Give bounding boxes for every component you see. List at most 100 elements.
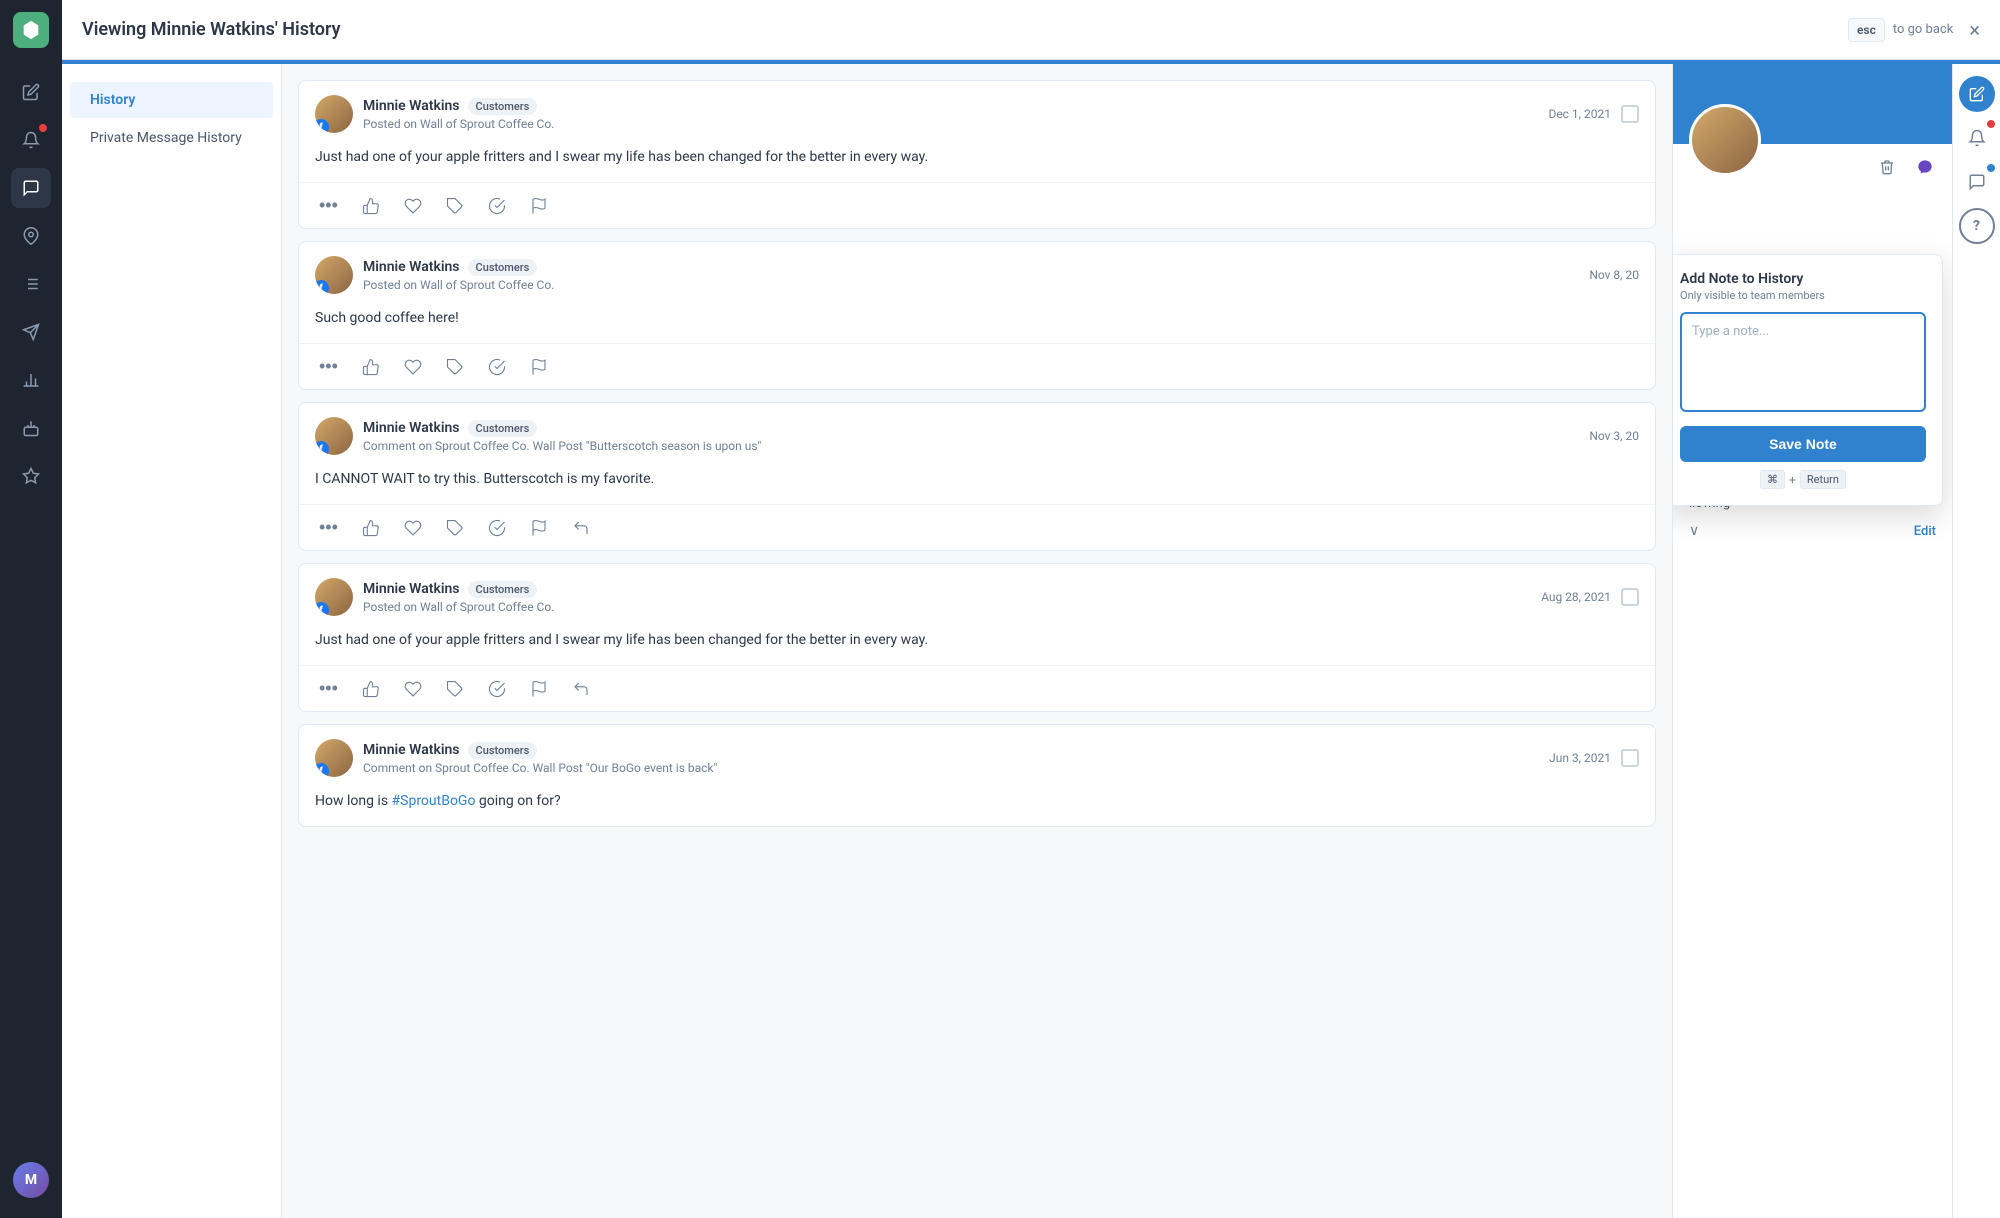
post-checkbox[interactable] — [1621, 105, 1639, 123]
check-button[interactable] — [484, 515, 510, 541]
post-tag: Customers — [468, 259, 538, 276]
edit-button[interactable]: Edit — [1914, 524, 1936, 539]
post-card: f Minnie Watkins Customers Comment on Sp… — [298, 724, 1656, 827]
like-button[interactable] — [358, 354, 384, 380]
tag-button[interactable] — [442, 676, 468, 702]
heart-button[interactable] — [400, 515, 426, 541]
sidebar-icon-messages[interactable] — [11, 168, 51, 208]
tag-button[interactable] — [442, 354, 468, 380]
heart-button[interactable] — [400, 354, 426, 380]
esc-key: esc — [1848, 18, 1885, 42]
posts-feed: f Minnie Watkins Customers Posted on Wal… — [282, 64, 1672, 1218]
post-header-left: f Minnie Watkins Customers Comment on Sp… — [315, 739, 717, 777]
like-button[interactable] — [358, 193, 384, 219]
post-date: Dec 1, 2021 — [1548, 107, 1611, 121]
post-actions: ••• — [299, 343, 1655, 389]
post-source: Posted on Wall of Sprout Coffee Co. — [363, 278, 554, 292]
flag-button[interactable] — [526, 354, 552, 380]
topbar: Viewing Minnie Watkins' History esc to g… — [62, 0, 2000, 60]
post-author: Minnie Watkins — [363, 581, 460, 597]
reply-button[interactable] — [568, 515, 594, 541]
post-content: Just had one of your apple fritters and … — [299, 143, 1655, 182]
post-meta: Minnie Watkins Customers Posted on Wall … — [363, 581, 554, 614]
post-avatar: f — [315, 578, 353, 616]
post-meta: Minnie Watkins Customers Comment on Spro… — [363, 742, 717, 775]
sidebar-icon-star[interactable] — [11, 456, 51, 496]
right-sidebar: ? — [1952, 64, 2000, 1218]
post-content: I CANNOT WAIT to try this. Butterscotch … — [299, 465, 1655, 504]
post-actions: ••• — [299, 504, 1655, 550]
profile-icons — [1872, 152, 1940, 182]
check-button[interactable] — [484, 354, 510, 380]
page-title: Viewing Minnie Watkins' History — [82, 19, 341, 40]
sidebar-icon-send[interactable] — [11, 312, 51, 352]
check-button[interactable] — [484, 676, 510, 702]
help-icon[interactable]: ? — [1959, 208, 1995, 244]
close-button[interactable]: × — [1969, 18, 1980, 42]
post-checkbox[interactable] — [1621, 588, 1639, 606]
content-area: History Private Message History f Minnie… — [62, 64, 2000, 1218]
facebook-icon: f — [315, 763, 329, 777]
more-button[interactable]: ••• — [315, 674, 342, 703]
post-header: f Minnie Watkins Customers Posted on Wal… — [299, 81, 1655, 143]
post-avatar: f — [315, 256, 353, 294]
delete-icon[interactable] — [1872, 152, 1902, 182]
post-meta: Minnie Watkins Customers Posted on Wall … — [363, 98, 554, 131]
note-textarea[interactable] — [1680, 312, 1926, 412]
compose-icon[interactable] — [1959, 76, 1995, 112]
like-button[interactable] — [358, 515, 384, 541]
post-header: f Minnie Watkins Customers Comment on Sp… — [299, 403, 1655, 465]
chevron-down-icon[interactable]: ∨ — [1689, 523, 1699, 539]
post-meta: Minnie Watkins Customers Posted on Wall … — [363, 259, 554, 292]
hashtag-sproutbogo[interactable]: #SproutBoGo — [392, 793, 476, 809]
sidebar-icon-chart[interactable] — [11, 360, 51, 400]
post-source: Posted on Wall of Sprout Coffee Co. — [363, 600, 554, 614]
post-checkbox[interactable] — [1621, 749, 1639, 767]
popup-title: Add Note to History — [1680, 271, 1926, 287]
flag-button[interactable] — [526, 676, 552, 702]
post-author: Minnie Watkins — [363, 98, 460, 114]
more-button[interactable]: ••• — [315, 513, 342, 542]
chat-icon[interactable] — [1959, 164, 1995, 200]
flag-button[interactable] — [526, 193, 552, 219]
facebook-icon: f — [315, 602, 329, 616]
more-button[interactable]: ••• — [315, 352, 342, 381]
topbar-right: esc to go back × — [1848, 18, 1980, 42]
right-panel: Add Note to History Only visible to team… — [1672, 64, 1952, 1218]
sidebar-icon-notifications[interactable] — [11, 120, 51, 160]
post-avatar: f — [315, 95, 353, 133]
post-header-left: f Minnie Watkins Customers Comment on Sp… — [315, 417, 761, 455]
tag-button[interactable] — [442, 515, 468, 541]
sidebar-icon-pin[interactable] — [11, 216, 51, 256]
nav-item-history[interactable]: History — [70, 82, 273, 118]
post-header: f Minnie Watkins Customers Posted on Wal… — [299, 242, 1655, 304]
post-actions: ••• — [299, 665, 1655, 711]
messenger-icon[interactable] — [1910, 152, 1940, 182]
post-avatar: f — [315, 739, 353, 777]
check-button[interactable] — [484, 193, 510, 219]
post-header: f Minnie Watkins Customers Comment on Sp… — [299, 725, 1655, 787]
post-header: f Minnie Watkins Customers Posted on Wal… — [299, 564, 1655, 626]
post-source: Comment on Sprout Coffee Co. Wall Post "… — [363, 761, 717, 775]
post-card: f Minnie Watkins Customers Posted on Wal… — [298, 563, 1656, 712]
sidebar-icon-bot[interactable] — [11, 408, 51, 448]
app-logo[interactable] — [13, 12, 49, 48]
sidebar-icon-compose[interactable] — [11, 72, 51, 112]
back-label: to go back — [1893, 22, 1953, 37]
nav-item-private-message-history[interactable]: Private Message History — [70, 120, 273, 156]
notifications-icon[interactable] — [1959, 120, 1995, 156]
post-author: Minnie Watkins — [363, 420, 460, 436]
flag-button[interactable] — [526, 515, 552, 541]
post-header-left: f Minnie Watkins Customers Posted on Wal… — [315, 578, 554, 616]
reply-button[interactable] — [568, 676, 594, 702]
sidebar-icon-list[interactable] — [11, 264, 51, 304]
tag-button[interactable] — [442, 193, 468, 219]
user-avatar[interactable]: M — [13, 1162, 49, 1198]
heart-button[interactable] — [400, 676, 426, 702]
save-note-button[interactable]: Save Note — [1680, 426, 1926, 462]
heart-button[interactable] — [400, 193, 426, 219]
facebook-icon: f — [315, 119, 329, 133]
more-button[interactable]: ••• — [315, 191, 342, 220]
like-button[interactable] — [358, 676, 384, 702]
post-tag: Customers — [468, 420, 538, 437]
